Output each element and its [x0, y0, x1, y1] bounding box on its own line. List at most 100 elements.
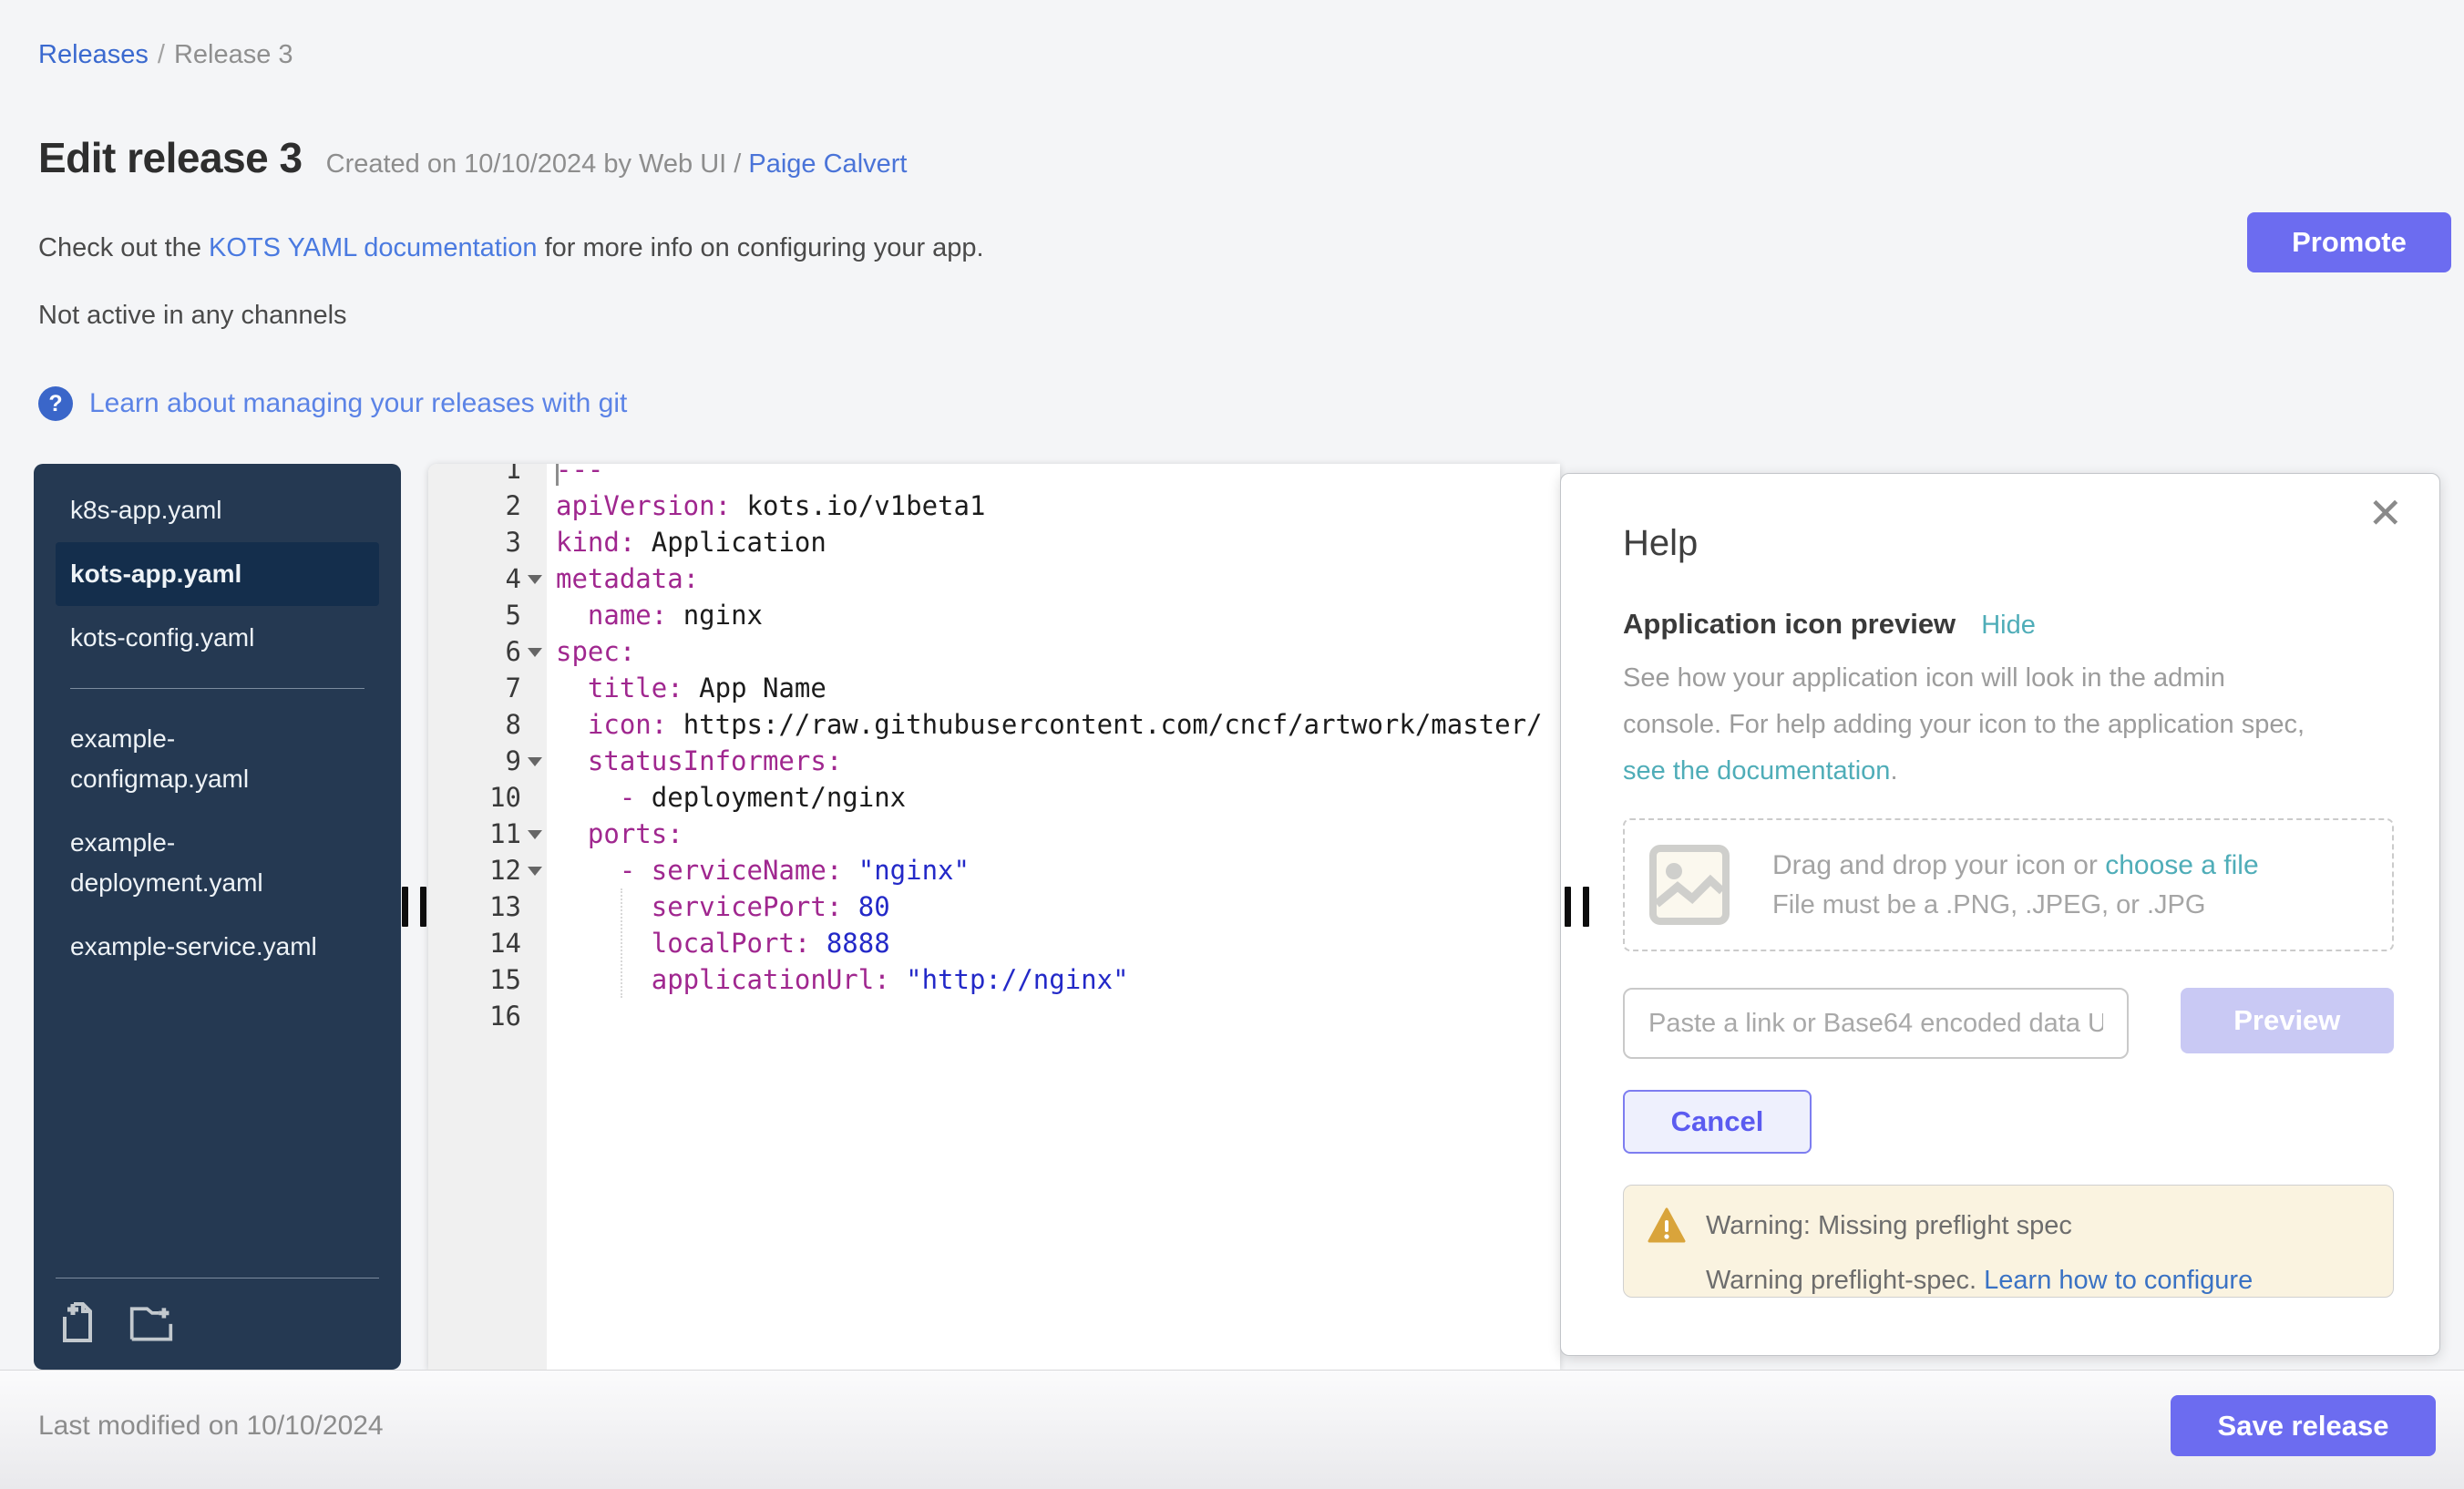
gutter-row-3: 3 [428, 524, 547, 560]
warning-title: Warning: Missing preflight spec [1706, 1211, 2072, 1241]
gutter-row-6: 6 [428, 633, 547, 670]
last-modified-text: Last modified on 10/10/2024 [38, 1411, 384, 1442]
dropzone-hint: File must be a .PNG, .JPEG, or .JPG [1772, 890, 2259, 920]
fold-spacer [521, 464, 547, 488]
code-line-10: - deployment/nginx [547, 779, 1560, 816]
code-line-11: ports: [547, 816, 1560, 852]
promote-button[interactable]: Promote [2247, 212, 2451, 272]
code-line-15: applicationUrl: "http://nginx" [547, 961, 1560, 998]
file-tree-sidebar: k8s-app.yaml kots-app.yaml kots-config.yam… [34, 464, 401, 1370]
author-link[interactable]: Paige Calvert [748, 149, 907, 179]
file-label: kots-app.yaml [70, 554, 241, 594]
new-folder-icon[interactable] [128, 1300, 174, 1346]
fold-arrow-icon[interactable] [521, 852, 547, 888]
breadcrumb-releases-link[interactable]: Releases [38, 40, 149, 69]
help-panel-resize-handle[interactable] [1565, 887, 1589, 927]
yaml-editor[interactable]: 12345678910111213141516 ---apiVersion: k… [428, 464, 1560, 1370]
fold-arrow-icon[interactable] [521, 743, 547, 779]
save-release-button[interactable]: Save release [2171, 1395, 2436, 1456]
line-number: 4 [506, 563, 521, 594]
editor-code-area[interactable]: ---apiVersion: kots.io/v1beta1kind: Appl… [547, 464, 1560, 1370]
gutter-row-9: 9 [428, 743, 547, 779]
description-period: . [1890, 756, 1897, 786]
gutter-row-11: 11 [428, 816, 547, 852]
warning-triangle-icon [1648, 1207, 1686, 1244]
choose-file-link[interactable]: choose a file [2105, 850, 2258, 880]
line-number: 12 [489, 855, 521, 886]
breadcrumb-separator: / [158, 40, 165, 69]
line-number: 6 [506, 636, 521, 667]
sidebar-resize-handle[interactable] [402, 887, 426, 927]
icon-dropzone[interactable]: Drag and drop your icon or choose a file… [1623, 818, 2394, 951]
warning-detail: Warning preflight-spec. Learn how to con… [1706, 1266, 2393, 1296]
gutter-row-13: 13 [428, 888, 547, 925]
code-line-16 [547, 998, 1560, 1034]
gutter-row-16: 16 [428, 998, 547, 1034]
dropzone-text: Drag and drop your icon or choose a file… [1772, 850, 2259, 920]
question-circle-icon: ? [38, 386, 73, 421]
gutter-row-4: 4 [428, 560, 547, 597]
code-line-13: servicePort: 80 [547, 888, 1560, 925]
git-releases-link[interactable]: Learn about managing your releases with … [89, 388, 627, 419]
fold-spacer [521, 779, 547, 816]
breadcrumb-current: Release 3 [174, 40, 293, 69]
file-label: k8s-app.yaml [70, 490, 222, 530]
file-label: example-service.yaml [70, 927, 317, 967]
icon-url-row: Preview [1623, 988, 2394, 1059]
code-line-6: spec: [547, 633, 1560, 670]
gutter-row-14: 14 [428, 925, 547, 961]
preview-button[interactable]: Preview [2181, 988, 2394, 1053]
gutter-row-5: 5 [428, 597, 547, 633]
learn-configure-link[interactable]: Learn how to configure [1984, 1266, 2253, 1295]
editor-gutter: 12345678910111213141516 [428, 464, 547, 1370]
file-list-divider [70, 688, 364, 689]
doc-line: Check out the KOTS YAML documentation fo… [38, 233, 984, 263]
file-label: example-deployment.yaml [70, 823, 330, 903]
cancel-button[interactable]: Cancel [1623, 1090, 1812, 1154]
file-item-k8s-app.yaml[interactable]: k8s-app.yaml [56, 478, 379, 542]
file-label: kots-config.yaml [70, 618, 254, 658]
file-item-example-deployment.yaml[interactable]: example-deployment.yaml [56, 811, 379, 915]
file-label: example-configmap.yaml [70, 719, 330, 799]
gutter-row-1: 1 [428, 464, 547, 488]
file-item-kots-config.yaml[interactable]: kots-config.yaml [56, 606, 379, 670]
line-number: 9 [506, 745, 521, 776]
line-number: 11 [489, 818, 521, 849]
dropzone-prompt: Drag and drop your icon or [1772, 850, 2105, 880]
image-placeholder-icon [1648, 844, 1730, 926]
icon-preview-description: See how your application icon will look … [1623, 655, 2394, 795]
kots-yaml-doc-link[interactable]: KOTS YAML documentation [209, 233, 538, 262]
gutter-row-10: 10 [428, 779, 547, 816]
fold-arrow-icon[interactable] [521, 816, 547, 852]
file-item-kots-app.yaml[interactable]: kots-app.yaml [56, 542, 379, 606]
line-number: 13 [489, 891, 521, 922]
line-number: 1 [506, 464, 521, 485]
footer-bar: Last modified on 10/10/2024 Save release [0, 1370, 2464, 1489]
preflight-warning-box: Warning: Missing preflight spec Warning … [1623, 1185, 2394, 1298]
fold-spacer [521, 670, 547, 706]
fold-spacer [521, 998, 547, 1034]
doc-prefix: Check out the [38, 233, 209, 262]
code-line-3: kind: Application [547, 524, 1560, 560]
code-line-7: title: App Name [547, 670, 1560, 706]
gutter-row-15: 15 [428, 961, 547, 998]
fold-spacer [521, 706, 547, 743]
file-item-example-configmap.yaml[interactable]: example-configmap.yaml [56, 707, 379, 811]
line-number: 16 [489, 1001, 521, 1032]
new-file-icon[interactable] [56, 1300, 101, 1346]
title-row: Edit release 3 Created on 10/10/2024 by … [38, 133, 907, 182]
see-documentation-link[interactable]: see the documentation [1623, 756, 1890, 786]
gutter-row-8: 8 [428, 706, 547, 743]
fold-arrow-icon[interactable] [521, 633, 547, 670]
created-prefix: Created on 10/10/2024 by Web UI / [326, 149, 749, 179]
icon-url-input[interactable] [1623, 988, 2129, 1059]
icon-preview-section-header: Application icon preview Hide [1623, 608, 2394, 641]
file-group-kots: k8s-app.yaml kots-app.yaml kots-config.yam… [56, 478, 379, 670]
indent-guide [621, 888, 622, 998]
hide-link[interactable]: Hide [1981, 611, 2036, 641]
close-icon[interactable]: ✕ [2367, 492, 2403, 534]
line-number: 10 [489, 782, 521, 813]
code-line-4: metadata: [547, 560, 1560, 597]
fold-arrow-icon[interactable] [521, 560, 547, 597]
file-item-example-service.yaml[interactable]: example-service.yaml [56, 915, 379, 979]
